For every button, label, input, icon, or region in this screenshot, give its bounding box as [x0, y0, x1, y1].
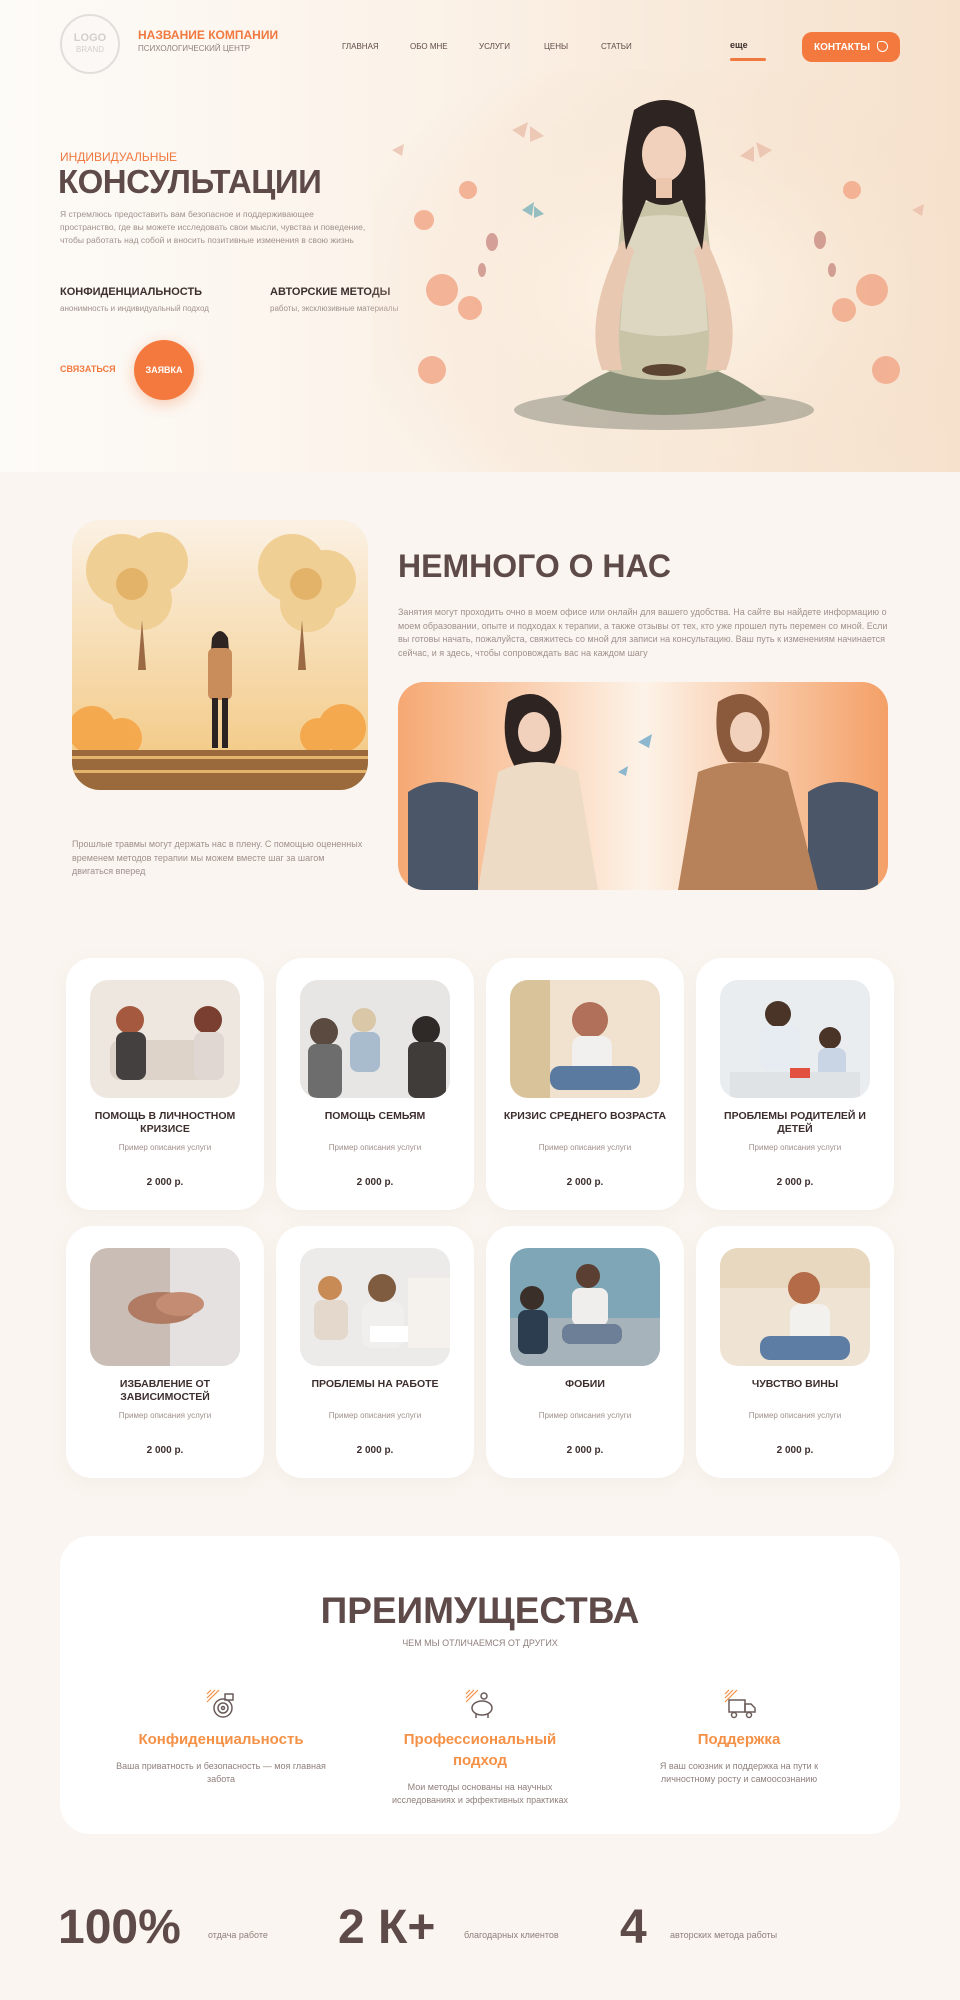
- service-desc: Пример описания услуги: [748, 1411, 842, 1420]
- hero-kicker: Индивидуальные: [60, 150, 178, 164]
- about-image-woman-trees: [72, 520, 368, 790]
- service-desc: Пример описания услуги: [748, 1143, 842, 1152]
- service-title: Помощь семьям: [324, 1110, 426, 1122]
- service-title: Помощь в личностном кризисе: [94, 1110, 236, 1135]
- service-photo: [300, 1248, 450, 1366]
- service-card[interactable]: Помощь семьям Пример описания услуги 2 0…: [276, 958, 474, 1210]
- service-desc: Пример описания услуги: [328, 1143, 422, 1152]
- service-price: 2 000 р.: [146, 1177, 184, 1188]
- service-card[interactable]: Фобии Пример описания услуги 2 000 р.: [486, 1226, 684, 1478]
- service-title: Избавление от зависимостей: [119, 1378, 211, 1403]
- advantages-title: Преимущества: [320, 1590, 640, 1631]
- logo[interactable]: LOGO BRAND: [60, 14, 120, 74]
- feature-title-confidentiality: Конфиденциальность: [60, 286, 203, 298]
- service-card[interactable]: Проблемы на работе Пример описания услуг…: [276, 1226, 474, 1478]
- service-title: Кризис среднего возраста: [503, 1110, 667, 1122]
- about-text: Занятия могут проходить очно в моем офис…: [398, 607, 888, 658]
- nav-item-more[interactable]: еще: [730, 40, 748, 50]
- service-title: Проблемы родителей и детей: [724, 1110, 866, 1135]
- nav-item-articles[interactable]: Статьи: [601, 42, 632, 51]
- service-photo: [90, 1248, 240, 1366]
- service-price: 2 000 р.: [356, 1445, 394, 1456]
- company-name: Название компании: [138, 28, 279, 42]
- advantage-title: Профессиональный подход: [403, 1731, 557, 1769]
- advantage-title: Конфиденциальность: [138, 1731, 304, 1748]
- service-price: 2 000 р.: [566, 1177, 604, 1188]
- service-photo: [720, 980, 870, 1098]
- service-card[interactable]: Чувство вины Пример описания услуги 2 00…: [696, 1226, 894, 1478]
- nav-item-home[interactable]: Главная: [342, 42, 379, 51]
- nav-item-prices[interactable]: Цены: [544, 42, 568, 51]
- advantage-title: Поддержка: [697, 1731, 781, 1748]
- service-price: 2 000 р.: [566, 1445, 604, 1456]
- advantage-item: Поддержка Я ваш союзник и поддержка на п…: [634, 1684, 844, 1786]
- service-desc: Пример описания услуги: [118, 1411, 212, 1420]
- nav-item-about[interactable]: Обо мне: [410, 42, 448, 51]
- advantage-desc: Ваша приватность и безопасность — моя гл…: [116, 1761, 326, 1784]
- service-photo: [90, 980, 240, 1098]
- service-desc: Пример описания услуги: [118, 1143, 212, 1152]
- stat-label: авторских метода работы: [670, 1930, 778, 1940]
- advantages-section: Преимущества Чем мы отличаемся от других…: [60, 1536, 900, 1834]
- service-card[interactable]: Помощь в личностном кризисе Пример описа…: [66, 958, 264, 1210]
- service-card[interactable]: Избавление от зависимостей Пример описан…: [66, 1226, 264, 1478]
- service-desc: Пример описания услуги: [538, 1143, 632, 1152]
- advantage-desc: Я ваш союзник и поддержка на пути к личн…: [659, 1761, 819, 1784]
- service-card[interactable]: Проблемы родителей и детей Пример описан…: [696, 958, 894, 1210]
- advantages-subtitle: Чем мы отличаемся от других: [402, 1638, 558, 1648]
- service-title: Чувство вины: [751, 1378, 839, 1390]
- service-photo: [510, 1248, 660, 1366]
- service-desc: Пример описания услуги: [328, 1411, 422, 1420]
- company-subtitle: Психологический центр: [138, 44, 251, 53]
- stat-value: 4: [620, 1901, 647, 1954]
- service-title: Фобии: [565, 1378, 605, 1390]
- hero-title: Консультации: [58, 163, 322, 200]
- service-price: 2 000 р.: [356, 1177, 394, 1188]
- about-title: Немного о нас: [398, 548, 671, 584]
- target-icon: [206, 1689, 234, 1718]
- service-price: 2 000 р.: [146, 1445, 184, 1456]
- nav-active-indicator: [730, 58, 766, 61]
- stat-value: 2 К+: [338, 1901, 436, 1954]
- truck-icon: [724, 1689, 756, 1719]
- stat-label: отдача работе: [208, 1930, 268, 1940]
- service-photo: [300, 980, 450, 1098]
- hero-description: Я стремлюсь предоставить вам безопасное …: [60, 209, 366, 245]
- advantage-item: Конфиденциальность Ваша приватность и бе…: [116, 1684, 326, 1786]
- contact-link[interactable]: Связаться: [60, 364, 116, 374]
- request-button[interactable]: Заявка: [134, 340, 194, 400]
- about-caption: Прошлые травмы могут держать нас в плену…: [72, 839, 363, 876]
- service-title: Проблемы на работе: [311, 1378, 439, 1390]
- service-price: 2 000 р.: [776, 1445, 814, 1456]
- piggy-bank-icon: [465, 1689, 493, 1718]
- about-image-consultation: [398, 682, 888, 890]
- contacts-button[interactable]: Контакты: [802, 32, 900, 62]
- phone-icon: [877, 41, 888, 52]
- feature-desc-confidentiality: анонимность и индивидуальный подход: [60, 304, 209, 313]
- service-photo: [720, 1248, 870, 1366]
- service-card[interactable]: Кризис среднего возраста Пример описания…: [486, 958, 684, 1210]
- advantage-desc: Мои методы основаны на научных исследова…: [392, 1782, 568, 1805]
- service-desc: Пример описания услуги: [538, 1411, 632, 1420]
- stat-label: благодарных клиентов: [464, 1930, 559, 1940]
- hero-illustration-meditating-woman: [372, 70, 960, 472]
- service-photo: [510, 980, 660, 1098]
- advantage-item: Профессиональный подход Мои методы основ…: [375, 1684, 585, 1807]
- nav-item-services[interactable]: Услуги: [479, 42, 510, 51]
- service-price: 2 000 р.: [776, 1177, 814, 1188]
- stat-value: 100%: [58, 1901, 181, 1954]
